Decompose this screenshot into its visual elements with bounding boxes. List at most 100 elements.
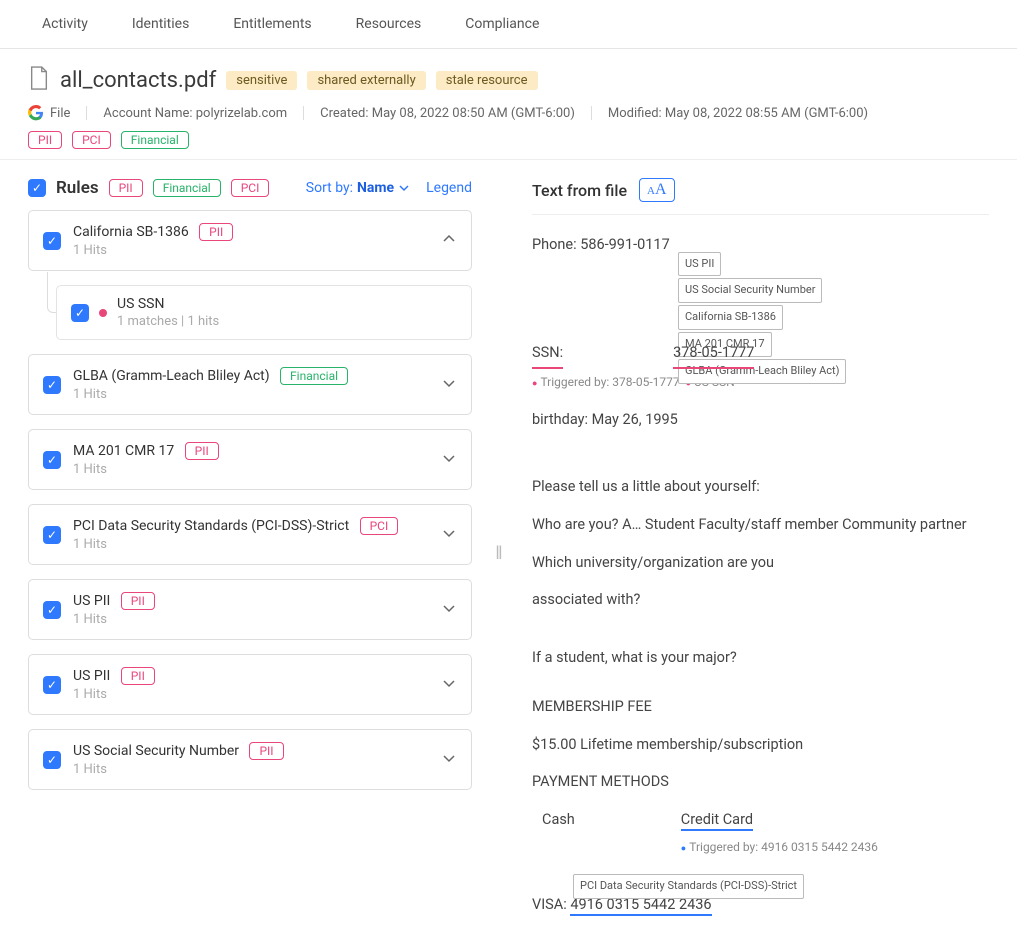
sort-value: Name — [357, 180, 394, 196]
document-text: Phone: 586-991-0117 US PII US Social Sec… — [532, 231, 989, 918]
chevron-down-icon[interactable] — [441, 450, 457, 470]
sort-prefix: Sort by: — [306, 180, 353, 196]
text-major: If a student, what is your major? — [532, 644, 989, 672]
pill-pci: PCI — [72, 131, 111, 149]
rule-pill: Financial — [280, 367, 348, 385]
rule-hits: 1 Hits — [73, 462, 429, 477]
tag-stale-resource: stale resource — [436, 71, 538, 90]
rule-checkbox[interactable]: ✓ — [43, 751, 61, 769]
rule-name: California SB-1386 — [73, 224, 189, 240]
rule-checkbox[interactable]: ✓ — [43, 601, 61, 619]
chevron-down-icon[interactable] — [441, 600, 457, 620]
rule-pill: PII — [121, 667, 155, 685]
chevron-down-icon[interactable] — [441, 375, 457, 395]
rule-name: GLBA (Gramm-Leach Bliley Act) — [73, 368, 270, 384]
nav-compliance[interactable]: Compliance — [443, 0, 561, 48]
filter-pill-pci[interactable]: PCI — [231, 179, 270, 197]
chevron-up-icon[interactable] — [441, 231, 457, 251]
top-nav: Activity Identities Entitlements Resourc… — [0, 0, 1017, 49]
cc-trigger: Triggered by: 4916 0315 5442 2436 — [681, 840, 878, 854]
visa-label: VISA: — [532, 896, 570, 913]
nav-entitlements[interactable]: Entitlements — [211, 0, 333, 48]
text-size-button[interactable]: AA — [639, 178, 675, 202]
filter-pill-financial[interactable]: Financial — [153, 179, 221, 197]
rule-pill: PII — [199, 223, 233, 241]
rule-card[interactable]: ✓ US Social Security Number PII 1 Hits — [28, 729, 472, 790]
filter-pill-pii[interactable]: PII — [109, 179, 143, 197]
rule-hits: 1 Hits — [73, 387, 429, 402]
text-panel: Text from file AA Phone: 586-991-0117 US… — [510, 160, 1017, 946]
pci-tooltip: PCI Data Security Standards (PCI-DSS)-St… — [573, 874, 804, 899]
rules-checkbox-all[interactable]: ✓ — [28, 179, 46, 197]
ssn-label: SSN: — [532, 339, 563, 370]
rule-pill: PII — [249, 742, 283, 760]
text-panel-title: Text from file — [532, 181, 627, 200]
rule-hits: 1 Hits — [73, 687, 429, 702]
sort-dropdown[interactable]: Sort by:Name — [306, 180, 410, 196]
pane-resize-handle[interactable]: ‖ — [490, 160, 510, 946]
text-birthday: birthday: May 26, 1995 — [532, 406, 989, 434]
rule-card[interactable]: ✓ California SB-1386 PII 1 Hits — [28, 210, 472, 271]
text-univ1: Which university/organization are you — [532, 549, 989, 577]
chevron-down-icon[interactable] — [441, 750, 457, 770]
nav-identities[interactable]: Identities — [110, 0, 211, 48]
rule-name: US Social Security Number — [73, 743, 239, 759]
chevron-down-icon — [398, 182, 410, 194]
rule-checkbox[interactable]: ✓ — [43, 451, 61, 469]
text-credit-card: Credit Card — [681, 811, 753, 831]
rule-hits: 1 Hits — [73, 762, 429, 777]
tag-sensitive: sensitive — [226, 71, 297, 90]
rule-name: US PII — [73, 593, 110, 609]
rules-title: Rules — [56, 178, 99, 198]
rule-card[interactable]: ✓ US PII PII 1 Hits — [28, 654, 472, 715]
sub-name: US SSN — [117, 296, 457, 312]
text-who: Who are you? A… Student Faculty/staff me… — [532, 511, 989, 539]
file-title: all_contacts.pdf — [60, 68, 216, 93]
sub-detail: 1 matches | 1 hits — [117, 314, 457, 329]
text-fee-value: $15.00 Lifetime membership/subscription — [532, 731, 989, 759]
rule-checkbox[interactable]: ✓ — [43, 232, 61, 250]
nav-resources[interactable]: Resources — [334, 0, 444, 48]
tag-shared-externally: shared externally — [307, 71, 425, 90]
trigger-label: Triggered by: 378-05-1777 — [532, 375, 680, 389]
source-icon: File — [28, 105, 70, 121]
rule-card[interactable]: ✓ GLBA (Gramm-Leach Bliley Act) Financia… — [28, 354, 472, 415]
sub-checkbox[interactable]: ✓ — [71, 304, 89, 322]
rule-card[interactable]: ✓ MA 201 CMR 17 PII 1 Hits — [28, 429, 472, 490]
text-fee-header: MEMBERSHIP FEE — [532, 693, 989, 721]
rule-checkbox[interactable]: ✓ — [43, 526, 61, 544]
text-payment-header: PAYMENT METHODS — [532, 768, 989, 796]
ssn-value: 378-05-1777 — [673, 339, 754, 370]
rule-name: US PII — [73, 668, 110, 684]
rule-card[interactable]: ✓ PCI Data Security Standards (PCI-DSS)-… — [28, 504, 472, 565]
tooltip-tag: US PII — [678, 252, 721, 277]
rule-pill: PII — [121, 592, 155, 610]
tooltip-tag: US Social Security Number — [678, 278, 822, 303]
rule-pill: PCI — [360, 517, 399, 535]
rule-sub-item[interactable]: ✓ US SSN 1 matches | 1 hits — [56, 285, 472, 340]
file-type-label: File — [50, 106, 70, 121]
rule-checkbox[interactable]: ✓ — [43, 376, 61, 394]
rule-hits: 1 Hits — [73, 537, 429, 552]
rule-card[interactable]: ✓ US PII PII 1 Hits — [28, 579, 472, 640]
rule-pill: PII — [185, 442, 219, 460]
pill-pii: PII — [28, 131, 62, 149]
rule-name: PCI Data Security Standards (PCI-DSS)-St… — [73, 518, 349, 534]
tooltip-tag: California SB-1386 — [678, 305, 783, 330]
chevron-down-icon[interactable] — [441, 675, 457, 695]
file-header: all_contacts.pdf sensitive shared extern… — [0, 49, 1017, 160]
legend-link[interactable]: Legend — [426, 180, 472, 196]
chevron-down-icon[interactable] — [441, 525, 457, 545]
pill-financial: Financial — [121, 131, 189, 149]
rule-name: MA 201 CMR 17 — [73, 443, 174, 459]
rule-checkbox[interactable]: ✓ — [43, 676, 61, 694]
document-icon — [28, 65, 50, 95]
rule-hits: 1 Hits — [73, 612, 429, 627]
text-cash: Cash — [532, 806, 575, 861]
created-date: Created: May 08, 2022 08:50 AM (GMT-6:00… — [320, 106, 575, 121]
modified-date: Modified: May 08, 2022 08:55 AM (GMT-6:0… — [608, 106, 868, 121]
match-indicator-icon — [99, 309, 107, 317]
text-univ2: associated with? — [532, 586, 989, 614]
nav-activity[interactable]: Activity — [20, 0, 110, 48]
text-intro: Please tell us a little about yourself: — [532, 473, 989, 501]
